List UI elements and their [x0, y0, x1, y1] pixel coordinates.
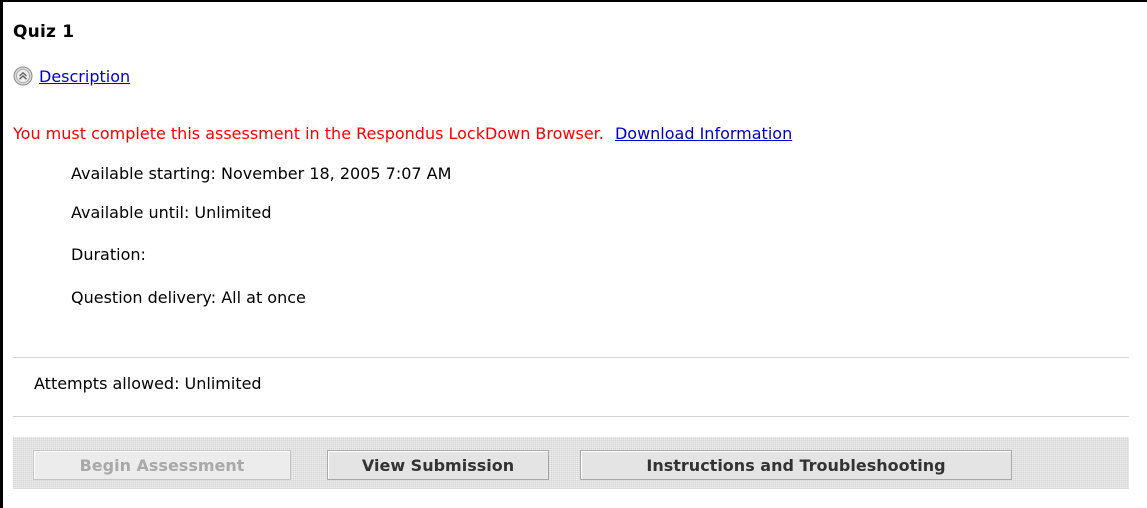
question-delivery: Question delivery: All at once [71, 288, 306, 307]
divider [13, 357, 1129, 358]
download-information-link[interactable]: Download Information [615, 124, 792, 143]
action-button-bar: Begin Assessment View Submission Instruc… [13, 437, 1129, 489]
description-toggle[interactable]: Description [13, 66, 130, 86]
left-border [0, 0, 3, 508]
collapse-up-icon[interactable] [13, 66, 33, 86]
quiz-panel: Quiz 1 Description You must complete thi… [0, 0, 1147, 508]
lockdown-notice: You must complete this assessment in the… [13, 124, 792, 143]
available-starting: Available starting: November 18, 2005 7:… [71, 164, 452, 183]
quiz-title: Quiz 1 [13, 22, 75, 42]
top-border [0, 0, 1147, 2]
divider [13, 416, 1129, 417]
view-submission-button[interactable]: View Submission [327, 450, 549, 480]
attempts-allowed: Attempts allowed: Unlimited [34, 374, 262, 393]
lockdown-warning: You must complete this assessment in the… [13, 124, 604, 143]
instructions-troubleshooting-button[interactable]: Instructions and Troubleshooting [580, 450, 1012, 480]
available-until: Available until: Unlimited [71, 203, 272, 222]
duration: Duration: [71, 245, 146, 264]
description-link[interactable]: Description [39, 67, 130, 86]
begin-assessment-button[interactable]: Begin Assessment [33, 450, 291, 480]
